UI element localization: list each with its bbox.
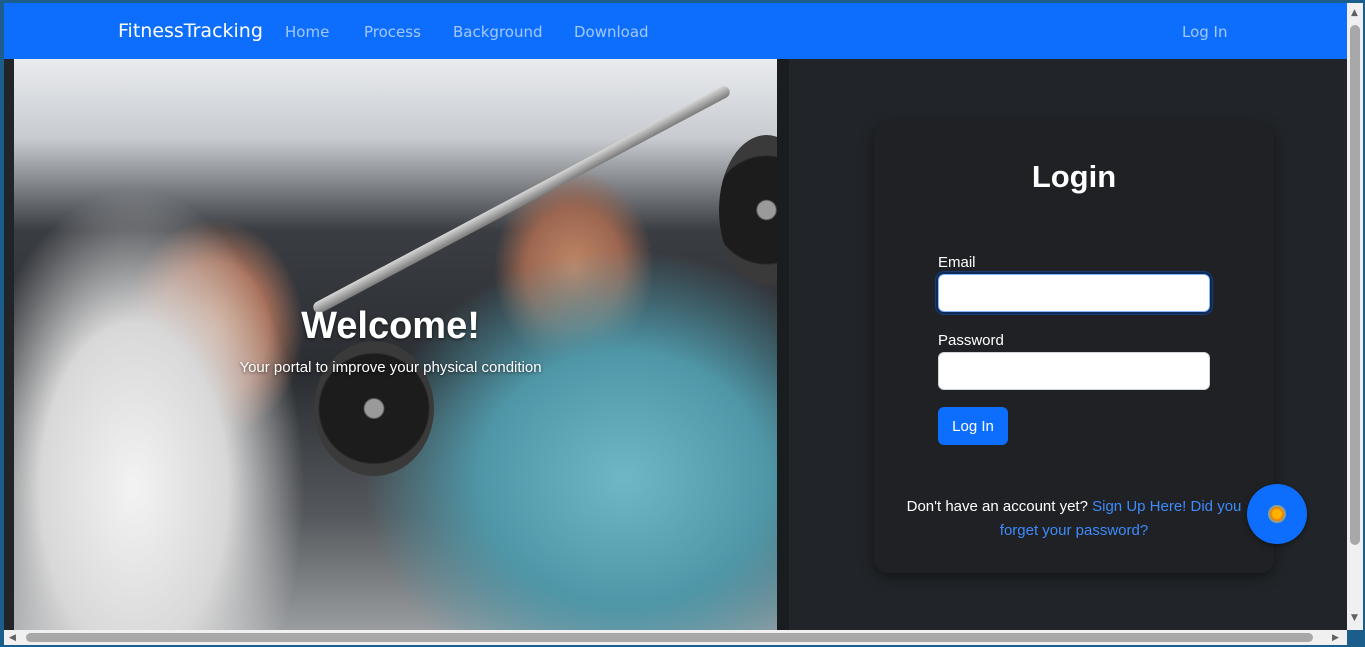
nav-link-background[interactable]: Background <box>453 23 543 41</box>
horizontal-scroll-thumb[interactable] <box>26 633 1313 642</box>
hero-image-section: Welcome! Your portal to improve your phy… <box>14 59 777 630</box>
email-label: Email <box>938 254 976 271</box>
horizontal-scrollbar[interactable]: ◀ ▶ <box>4 630 1347 645</box>
password-label: Password <box>938 332 1004 349</box>
brand-link[interactable]: FitnessTracking <box>118 20 263 42</box>
login-card: Login Email Password Log In Don't have a… <box>874 123 1274 573</box>
theme-toggle-button[interactable] <box>1247 484 1307 544</box>
signup-link[interactable]: Sign Up Here! <box>1092 498 1186 515</box>
scroll-down-arrow-icon[interactable]: ▼ <box>1351 613 1358 623</box>
nav-link-process[interactable]: Process <box>364 23 421 41</box>
login-title: Login <box>1031 159 1117 194</box>
browser-viewport: FitnessTracking Home Process Background … <box>4 3 1347 630</box>
email-field[interactable] <box>936 272 1212 314</box>
scroll-up-arrow-icon[interactable]: ▲ <box>1351 8 1358 18</box>
top-navbar: FitnessTracking Home Process Background … <box>4 3 1347 59</box>
hero-title: Welcome! <box>301 305 480 347</box>
signup-prompt-text: Don't have an account yet? Sign Up Here!… <box>904 495 1244 543</box>
section-divider <box>777 59 789 630</box>
vertical-scroll-thumb[interactable] <box>1350 25 1360 545</box>
barbell-graphic <box>311 84 732 316</box>
scroll-right-arrow-icon[interactable]: ▶ <box>1332 633 1339 643</box>
hero-subtitle: Your portal to improve your physical con… <box>239 359 542 376</box>
sun-icon <box>1270 507 1284 521</box>
signup-prompt-label: Don't have an account yet? <box>906 498 1088 515</box>
scroll-left-arrow-icon[interactable]: ◀ <box>9 633 16 643</box>
weight-plate-graphic <box>719 135 777 285</box>
nav-link-home[interactable]: Home <box>285 23 329 41</box>
login-submit-button[interactable]: Log In <box>938 407 1008 445</box>
nav-link-download[interactable]: Download <box>574 23 649 41</box>
vertical-scrollbar[interactable]: ▲ ▼ <box>1347 3 1363 630</box>
nav-login-link[interactable]: Log In <box>1182 23 1228 41</box>
password-field[interactable] <box>938 352 1210 390</box>
